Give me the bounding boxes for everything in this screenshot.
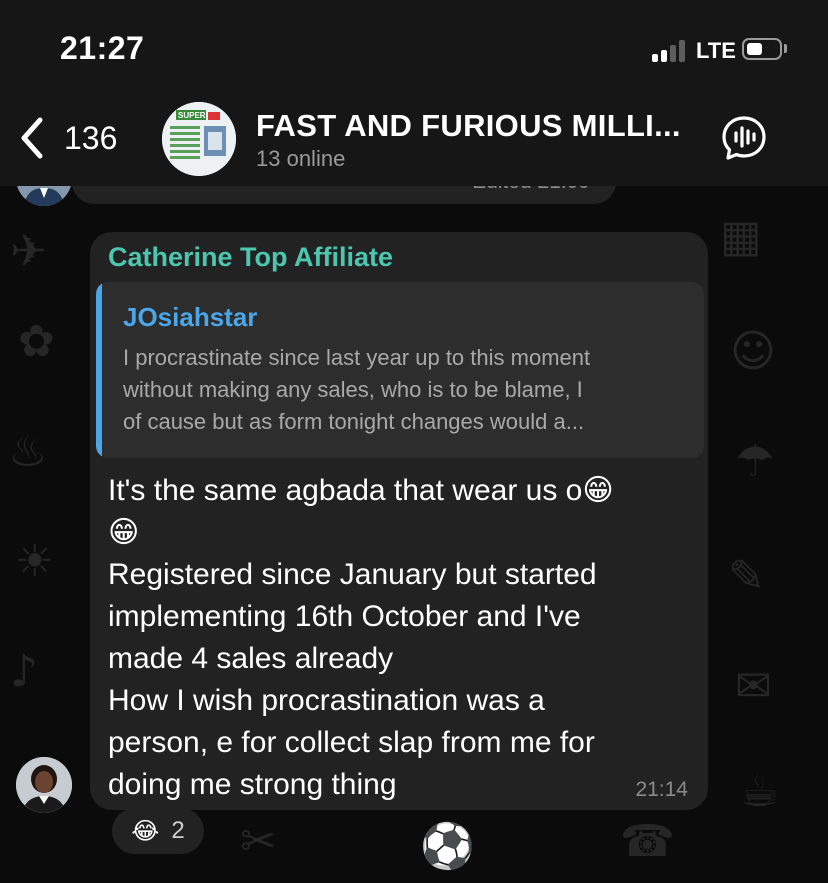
unread-count: 136	[64, 119, 118, 156]
group-avatar-image: SUPER	[162, 102, 236, 176]
status-time: 21:27	[60, 30, 145, 66]
back-button[interactable]: 136	[18, 116, 117, 160]
reaction-chip[interactable]: 😂 2	[112, 808, 204, 854]
avatar-photo	[16, 757, 72, 813]
chevron-left-icon	[21, 117, 43, 159]
quote-text: I procrastinate since last year up to th…	[123, 345, 591, 434]
status-bar: 21:27 LTE	[0, 0, 828, 96]
laughing-emoji-icon: 😂	[131, 817, 160, 845]
online-count: 13 online	[256, 146, 346, 171]
group-title[interactable]: FAST AND FURIOUS MILLI...	[256, 108, 706, 144]
sender-name[interactable]: Catherine Top Affiliate	[108, 242, 393, 273]
battery-icon	[742, 38, 782, 60]
chat-header: 136 SUPER FAST AND FURIOUS MILLI... 13 o…	[0, 96, 828, 186]
quote-accent-bar	[96, 282, 102, 458]
cellular-signal-icon	[652, 40, 688, 62]
voice-chat-button[interactable]	[720, 114, 768, 162]
battery-tip	[784, 44, 787, 53]
sender-avatar[interactable]	[16, 757, 72, 813]
message-time: 21:14	[635, 778, 688, 801]
network-type: LTE	[696, 38, 736, 63]
reaction-count: 2	[171, 817, 185, 844]
quote-author: JOsiahstar	[123, 302, 258, 332]
voice-chat-icon	[722, 116, 766, 160]
message-bubble[interactable]: Catherine Top Affiliate JOsiahstar I pro…	[90, 232, 708, 810]
reply-quote[interactable]: JOsiahstar I procrastinate since last ye…	[96, 282, 704, 458]
message-text: It's the same agbada that wear us o😁 😁 R…	[108, 474, 614, 801]
group-avatar[interactable]: SUPER	[162, 102, 236, 176]
group-avatar-label: SUPER	[178, 111, 206, 120]
